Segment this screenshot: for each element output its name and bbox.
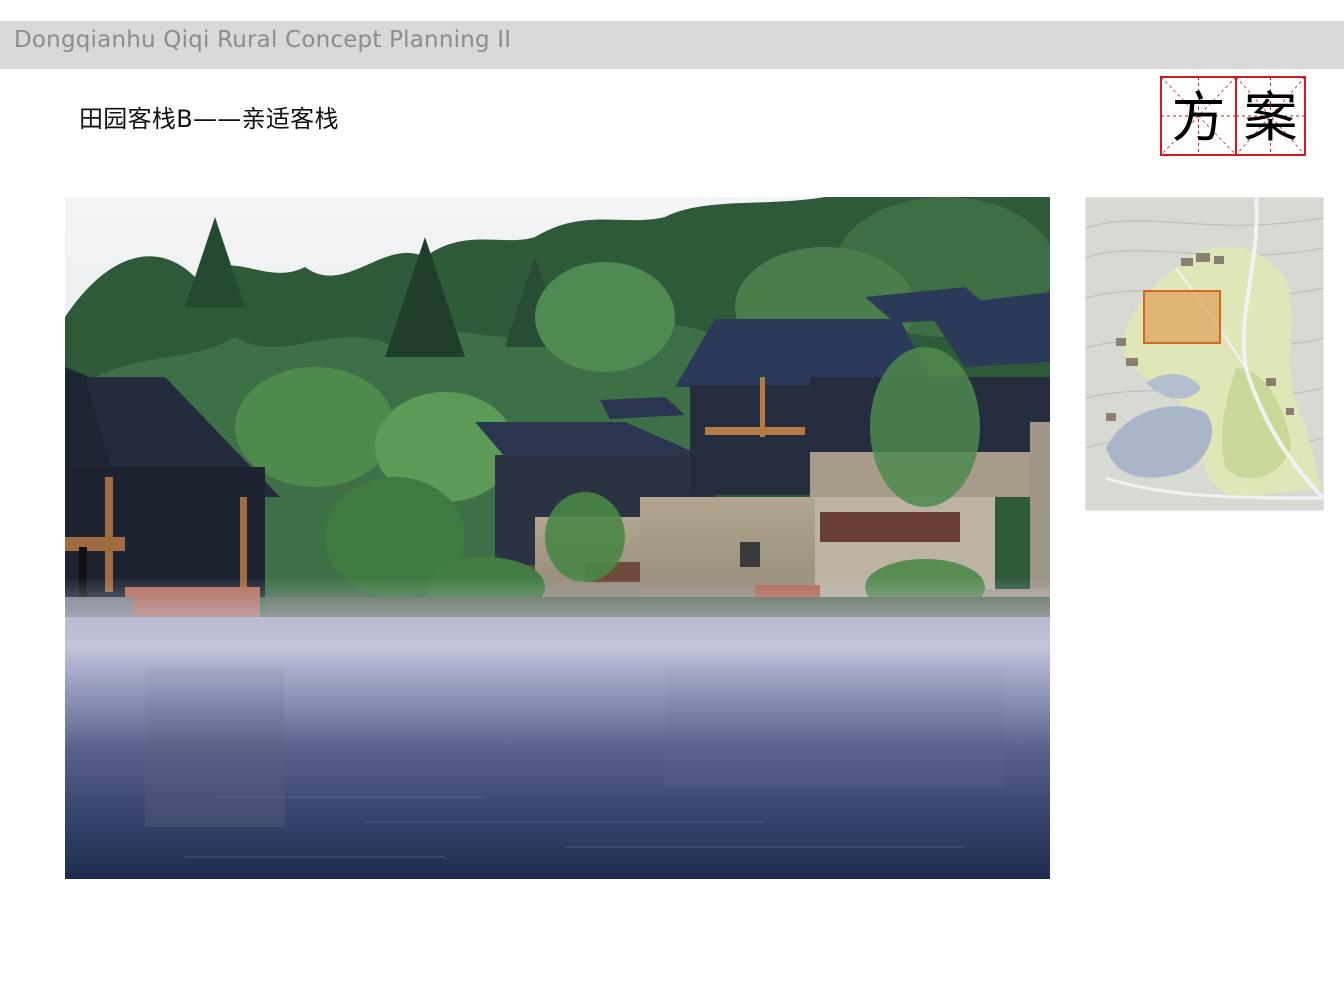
guesthouse-photo: [65, 197, 1050, 879]
site-plan-map: [1085, 197, 1324, 511]
stamp-char-2: 案: [1244, 86, 1298, 149]
stamp-char-1: 方: [1172, 86, 1226, 149]
site-highlight-box: [1143, 290, 1221, 344]
slide-title: 田园客栈B——亲适客栈: [79, 105, 339, 133]
scheme-stamp: 方 案: [1160, 76, 1306, 156]
header-title: Dongqianhu Qiqi Rural Concept Planning I…: [14, 27, 512, 53]
